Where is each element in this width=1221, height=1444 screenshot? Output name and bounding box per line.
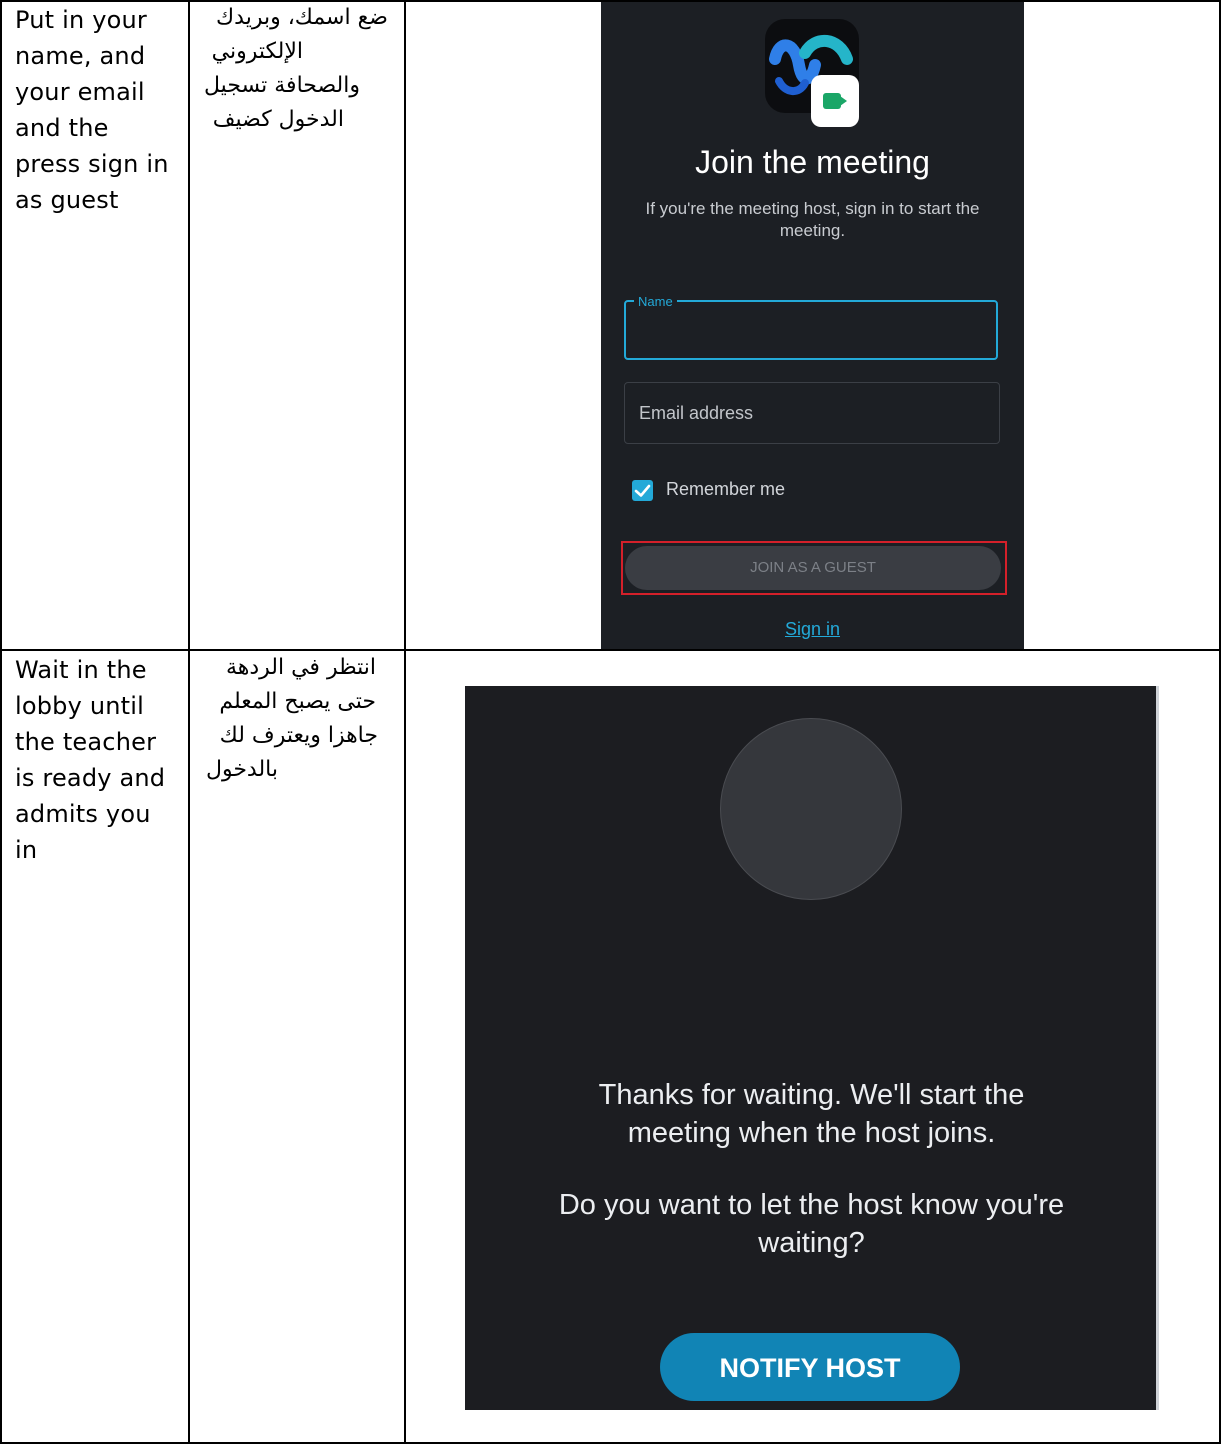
sign-in-link[interactable]: Sign in <box>601 619 1024 640</box>
email-input[interactable] <box>624 382 1000 444</box>
notify-prompt: Do you want to let the host know you're … <box>465 1186 1158 1262</box>
row1-arabic-instruction: ضع اسمك، وبريدك الإلكتروني والصحافة تسجي… <box>196 1 388 137</box>
row-divider <box>0 649 1221 651</box>
row2-english-line: admits you <box>15 800 151 828</box>
subtitle-line: If you're the meeting host, sign in to s… <box>645 199 980 218</box>
row1-english-line: as guest <box>15 186 119 214</box>
row2-english-line: is ready and <box>15 764 166 792</box>
page-subtitle: If you're the meeting host, sign in to s… <box>621 198 1004 242</box>
avatar <box>720 718 902 900</box>
notify-prompt-line: Do you want to let the host know you're <box>558 1189 1065 1221</box>
join-as-guest-button[interactable]: JOIN AS A GUEST <box>625 546 1001 590</box>
row1-english-line: Put in your <box>15 6 147 34</box>
row1-english-line: and the <box>15 114 109 142</box>
column-divider-1 <box>188 0 190 1444</box>
join-meeting-screen: Join the meeting If you're the meeting h… <box>601 2 1024 649</box>
notify-prompt-line: waiting? <box>758 1227 865 1259</box>
row1-arabic-line: الإلكتروني <box>211 39 303 64</box>
page-title: Join the meeting <box>695 144 930 180</box>
subtitle-line: meeting. <box>779 221 846 240</box>
row2-arabic-instruction: انتظر في الردهة حتى يصبح المعلم جاهزا وي… <box>196 651 388 787</box>
row2-english-instruction: Wait in the lobby until the teacher is r… <box>15 652 185 868</box>
row2-arabic-line: جاهزا ويعترف لك <box>219 723 378 748</box>
row2-english-line: the teacher <box>15 728 157 756</box>
row2-english-line: in <box>15 836 38 864</box>
row1-arabic-line: والصحافة تسجيل <box>204 73 360 98</box>
waiting-message-line: Thanks for waiting. We'll start the <box>598 1079 1025 1111</box>
row1-arabic-line: ضع اسمك، وبريدك <box>216 5 388 30</box>
name-input[interactable] <box>624 300 998 360</box>
video-camera-icon <box>823 93 841 109</box>
camera-lens-icon <box>840 96 847 106</box>
remember-me-label: Remember me <box>666 479 786 499</box>
row2-arabic-line: بالدخول <box>205 757 278 782</box>
row1-english-line: your email <box>15 78 145 106</box>
waiting-message-line: meeting when the host joins. <box>627 1117 996 1149</box>
waiting-message: Thanks for waiting. We'll start the meet… <box>465 1076 1158 1152</box>
row1-english-instruction: Put in your name, and your email and the… <box>15 2 185 218</box>
row2-english-line: lobby until <box>15 692 145 720</box>
row1-english-line: name, and <box>15 42 146 70</box>
row2-arabic-line: حتى يصبح المعلم <box>219 689 376 714</box>
row2-english-line: Wait in the <box>15 656 147 684</box>
remember-me-checkbox[interactable] <box>632 480 653 501</box>
row1-english-line: press sign in <box>15 150 169 178</box>
screenshot-edge <box>1156 686 1159 1410</box>
checkmark-icon <box>634 484 651 497</box>
name-field-label: Name <box>634 294 677 309</box>
row2-arabic-line: انتظر في الردهة <box>225 655 376 680</box>
notify-host-button[interactable]: NOTIFY HOST <box>660 1333 960 1401</box>
waiting-lobby-screen: Thanks for waiting. We'll start the meet… <box>465 686 1158 1410</box>
webex-app-icon <box>765 19 859 127</box>
row1-arabic-line: الدخول كضيف <box>212 107 344 132</box>
column-divider-2 <box>404 0 406 1444</box>
